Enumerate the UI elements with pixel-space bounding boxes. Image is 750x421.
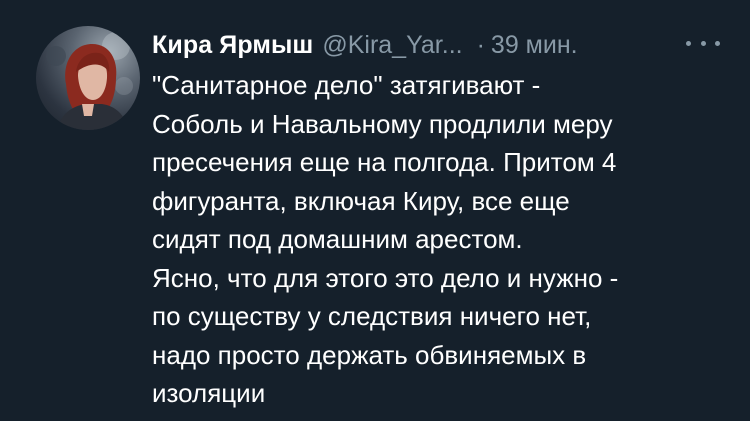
tweet-text-line: "Санитарное дело" затягивают - xyxy=(152,70,541,100)
dot-icon xyxy=(715,40,720,46)
dot-icon xyxy=(700,40,706,46)
author-handle[interactable]: @Kira_Yar... xyxy=(322,28,462,62)
separator-dot: · xyxy=(476,31,485,59)
tweet-timestamp[interactable]: 39 мин. xyxy=(491,28,578,62)
tweet-text-line: сидят под домашним арестом. xyxy=(152,224,523,254)
dot-icon xyxy=(686,40,691,46)
tweet-text-line: Соболь и Навальному продлили меру xyxy=(152,108,613,139)
tweet-text-line: по существу у следствия ничего нет, xyxy=(152,301,592,331)
avatar[interactable] xyxy=(36,26,140,130)
more-options-ellipsis-icon[interactable] xyxy=(686,36,720,50)
tweet-text-line: надо просто держать обвиняемых в xyxy=(152,339,587,370)
tweet-text-line: Ясно, что для этого это дело и нужно - xyxy=(152,262,619,293)
tweet-text: "Санитарное дело" затягивают - Соболь и … xyxy=(152,66,732,413)
tweet[interactable]: Кира Ярмыш @Kira_Yar... · 39 мин. "Санит… xyxy=(0,0,750,421)
tweet-text-line: изоляции xyxy=(152,378,266,408)
tweet-text-line: пресечения еще на полгода. Притом 4 xyxy=(152,147,617,177)
profile-photo-icon xyxy=(46,32,133,130)
tweet-text-line: фигуранта, включая Киру, все еще xyxy=(152,185,570,216)
tweet-header: Кира Ярмыш @Kira_Yar... · 39 мин. xyxy=(152,28,578,62)
author-name[interactable]: Кира Ярмыш xyxy=(152,28,313,62)
